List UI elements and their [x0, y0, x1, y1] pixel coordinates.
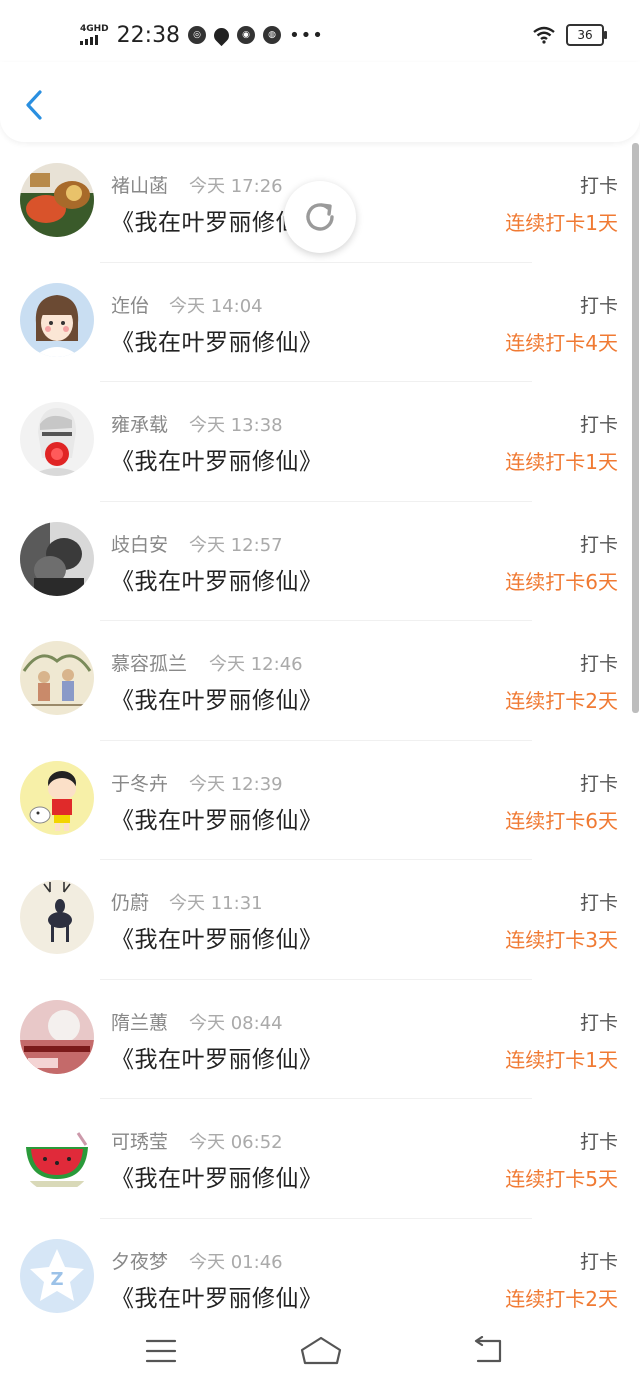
streak-label: 连续打卡2天: [505, 1286, 618, 1311]
back-arrow-icon: [474, 1336, 502, 1363]
streak-label: 连续打卡3天: [505, 928, 618, 952]
checkin-time: 今天 11:31: [169, 893, 263, 914]
streak-label: 连续打卡4天: [505, 330, 618, 355]
network-type: 4GHD: [80, 24, 109, 34]
user-name[interactable]: 雍承载: [111, 410, 168, 437]
user-name[interactable]: 歧白安: [111, 530, 168, 557]
book-title[interactable]: 《我在叶罗丽修仙》: [111, 801, 323, 835]
user-name[interactable]: 慕容孤兰: [111, 649, 187, 676]
signal-icon: 4GHD: [80, 25, 109, 45]
book-title[interactable]: 《我在叶罗丽修仙》: [111, 1279, 323, 1313]
scrollbar[interactable]: [632, 143, 639, 713]
status-right: 36: [532, 24, 607, 46]
checkin-time: 今天 12:39: [189, 773, 283, 795]
checkin-time: 今天 17:26: [189, 176, 283, 197]
book-title[interactable]: 《我在叶罗丽修仙》: [111, 442, 323, 476]
book-title[interactable]: 《我在叶罗丽修仙》: [111, 323, 323, 357]
book-title[interactable]: 《我在叶罗丽修仙》: [111, 920, 323, 954]
checkin-time: 今天 06:52: [189, 1132, 283, 1153]
streak-label: 连续打卡2天: [505, 689, 618, 713]
checkin-row[interactable]: 于冬卉 今天 12:39 《我在叶罗丽修仙》 打卡连续打卡6天: [0, 741, 632, 860]
checkin-time: 今天 13:38: [189, 415, 283, 436]
user-name[interactable]: 褚山菡: [111, 171, 168, 198]
svg-text:Z: Z: [50, 1269, 63, 1290]
checkin-action: 打卡: [579, 533, 618, 556]
checkin-row[interactable]: 歧白安 今天 12:57 《我在叶罗丽修仙》 打卡连续打卡6天: [0, 502, 632, 621]
streak-label: 连续打卡6天: [505, 808, 618, 833]
status-left: 4GHD 22:38 ◎ ◉ ◍ •••: [80, 20, 324, 50]
back-nav-button[interactable]: [468, 1334, 508, 1368]
system-nav-bar: [0, 1320, 640, 1387]
user-name[interactable]: 于冬卉: [111, 769, 168, 796]
checkin-action: 打卡: [579, 892, 618, 914]
menu-button[interactable]: [141, 1334, 181, 1368]
illustration-avatar[interactable]: [20, 641, 94, 715]
person-mask-avatar[interactable]: [20, 402, 94, 476]
qq-default-avatar[interactable]: Z: [20, 1238, 94, 1313]
deer-avatar[interactable]: [20, 880, 94, 954]
crayon-shinchan-avatar[interactable]: [20, 760, 94, 835]
checkin-row[interactable]: 慕容孤兰 今天 12:46 《我在叶罗丽修仙》 打卡连续打卡2天: [0, 621, 632, 741]
checkin-row[interactable]: 隋兰蕙 今天 08:44 《我在叶罗丽修仙》 打卡连续打卡1天: [0, 980, 632, 1099]
checkin-action: 打卡: [579, 414, 618, 436]
refresh-indicator: [284, 181, 356, 253]
checkin-row[interactable]: 迮佁 今天 14:04 《我在叶罗丽修仙》 打卡连续打卡4天: [0, 263, 632, 382]
back-button[interactable]: [22, 88, 50, 122]
checkin-row[interactable]: 仍蔚 今天 11:31 《我在叶罗丽修仙》 打卡连续打卡3天: [0, 860, 632, 980]
checkin-row[interactable]: Z 夕夜梦 今天 01:46 《我在叶罗丽修仙》 打卡连续打卡2天: [0, 1219, 632, 1321]
checkin-action: 打卡: [579, 1250, 618, 1273]
checkin-time: 今天 01:46: [189, 1251, 283, 1273]
photo-text-avatar[interactable]: [20, 999, 94, 1074]
home-icon: [300, 1336, 342, 1365]
checkin-row[interactable]: 可琇莹 今天 06:52 《我在叶罗丽修仙》 打卡连续打卡5天: [0, 1099, 632, 1219]
checkin-action: 打卡: [579, 1011, 618, 1034]
checkin-list: 褚山菡 今天 17:26 《我在叶罗丽修仙》 打卡 连续打卡1天 迮佁 今天 14:04 《我…: [0, 143, 640, 1320]
status-time: 22:38: [116, 22, 181, 48]
checkin-time: 今天 08:44: [189, 1012, 283, 1034]
notification-app2-icon: ◉: [237, 26, 256, 44]
streak-label: 连续打卡1天: [505, 1047, 618, 1072]
battery-level: 36: [577, 28, 593, 42]
user-name[interactable]: 可琇莹: [111, 1127, 168, 1154]
user-name[interactable]: 仍蔚: [111, 888, 149, 915]
streak-label: 连续打卡6天: [505, 569, 618, 594]
home-button[interactable]: [298, 1334, 344, 1368]
notification-app-icon: ◎: [188, 26, 207, 44]
book-title[interactable]: 《我在叶罗丽修仙》: [111, 562, 323, 596]
checkin-action: 打卡: [579, 175, 618, 197]
user-name[interactable]: 隋兰蕙: [111, 1008, 168, 1035]
wifi-icon: [533, 26, 555, 44]
cartoon-girl-avatar[interactable]: [20, 282, 94, 357]
user-name[interactable]: 迮佁: [111, 291, 149, 318]
user-name[interactable]: 夕夜梦: [111, 1247, 168, 1274]
streak-label: 连续打卡1天: [505, 450, 618, 474]
bw-photo-avatar[interactable]: [20, 521, 94, 596]
checkin-time: 今天 12:46: [209, 654, 303, 675]
more-notifications-icon: •••: [289, 24, 324, 46]
chevron-left-icon: [26, 90, 42, 120]
checkin-time: 今天 12:57: [189, 534, 283, 556]
checkin-action: 打卡: [579, 294, 618, 317]
book-title[interactable]: 《我在叶罗丽修仙》: [111, 1040, 323, 1074]
status-bar: 4GHD 22:38 ◎ ◉ ◍ ••• 36: [0, 0, 640, 70]
checkin-action: 打卡: [579, 772, 618, 795]
checkin-time: 今天 14:04: [169, 295, 263, 317]
streak-label: 连续打卡5天: [505, 1167, 618, 1191]
watermelon-avatar[interactable]: [20, 1119, 94, 1193]
checkin-row[interactable]: 雍承载 今天 13:38 《我在叶罗丽修仙》 打卡连续打卡1天: [0, 382, 632, 502]
refresh-icon: [306, 203, 334, 231]
streak-label: 连续打卡1天: [505, 211, 618, 235]
book-title[interactable]: 《我在叶罗丽修仙》: [111, 681, 323, 715]
header: [0, 62, 640, 142]
checkin-action: 打卡: [579, 653, 618, 675]
voice-app-icon: ◍: [263, 26, 282, 44]
food-avatar[interactable]: [20, 163, 94, 237]
battery-icon: 36: [566, 24, 607, 46]
menu-icon: [145, 1339, 177, 1363]
checkin-action: 打卡: [579, 1131, 618, 1153]
book-title[interactable]: 《我在叶罗丽修仙》: [111, 1159, 323, 1193]
location-icon: [210, 24, 233, 46]
